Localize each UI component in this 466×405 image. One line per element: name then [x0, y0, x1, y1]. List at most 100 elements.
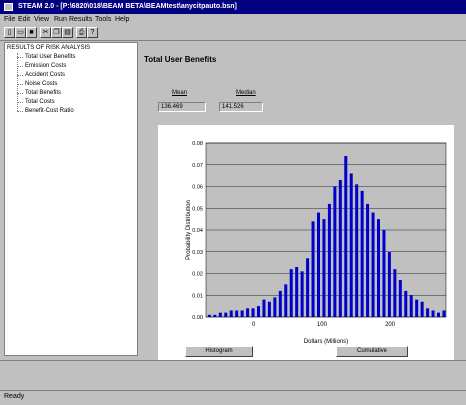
chart-panel: 0.00 0.01 0.02 0.03 0.04 0.05 0.06 0.07 0.08 0 10…: [158, 125, 454, 361]
page-title: Total User Benefits: [144, 55, 217, 64]
y-tick-label: 0.04: [192, 228, 203, 234]
histogram-bar: [377, 219, 380, 317]
histogram-bar: [267, 301, 271, 317]
histogram-bar: [349, 173, 353, 317]
median-value-field: 141.526: [219, 102, 263, 112]
results-tree: RESULTS OF RISK ANALYSIS Total User Bene…: [4, 42, 138, 356]
y-tick-label: 0.00: [192, 315, 203, 321]
divider: [0, 360, 466, 361]
y-tick-label: 0.01: [192, 293, 203, 299]
tree-connector: [17, 75, 23, 76]
histogram-bar: [246, 308, 250, 317]
tree-item-noise-costs[interactable]: Noise Costs: [25, 81, 57, 87]
tree-connector: [17, 84, 23, 85]
histogram-bar: [338, 179, 342, 317]
histogram-bar: [289, 269, 293, 317]
tree-item-emission-costs[interactable]: Emission Costs: [25, 63, 66, 69]
paste-icon[interactable]: ▤: [62, 27, 73, 38]
menu-results[interactable]: Results: [69, 15, 92, 24]
histogram-bar: [442, 310, 446, 317]
histogram-bar: [224, 312, 228, 317]
menu-help[interactable]: Help: [115, 15, 129, 24]
histogram-bar: [344, 156, 348, 317]
menu-bar: File Edit View Run Results Tools Help: [0, 14, 466, 25]
histogram-bar: [257, 306, 260, 317]
y-tick-label: 0.03: [192, 250, 203, 256]
histogram-bar: [273, 297, 277, 317]
menu-view[interactable]: View: [34, 15, 49, 24]
tree-item-accident-costs[interactable]: Accident Costs: [25, 72, 65, 78]
y-tick-label: 0.02: [192, 272, 203, 278]
y-tick-label: 0.08: [192, 141, 203, 147]
tree-connector: [17, 93, 23, 94]
median-label: Median: [236, 90, 256, 96]
histogram-bar: [207, 314, 211, 317]
histogram-bar: [278, 290, 282, 317]
copy-icon[interactable]: ❐: [51, 27, 62, 38]
histogram-bar: [235, 310, 239, 317]
histogram-bar: [420, 301, 424, 317]
title-bar: STEAM 2.0 - [P:\6820\018\BEAM BETA\BEAMt…: [0, 0, 466, 14]
save-icon[interactable]: ■: [26, 27, 37, 38]
menu-run[interactable]: Run: [54, 15, 67, 24]
x-tick-label: 100: [317, 322, 328, 328]
histogram-bar: [322, 219, 326, 317]
histogram-bar: [355, 184, 359, 317]
histogram-bar: [371, 212, 375, 317]
tree-item-benefit-cost-ratio[interactable]: Benefit-Cost Ratio: [25, 108, 74, 114]
menu-edit[interactable]: Edit: [18, 15, 30, 24]
app-icon[interactable]: [4, 3, 13, 11]
histogram-bar: [218, 312, 222, 317]
x-tick-label: 200: [385, 322, 396, 328]
x-tick-label: 0: [252, 322, 256, 328]
menu-file[interactable]: File: [4, 15, 15, 24]
tree-connector: [17, 66, 23, 67]
window-title: STEAM 2.0 - [P:\6820\018\BEAM BETA\BEAMt…: [18, 3, 237, 10]
new-file-icon[interactable]: ▯: [4, 27, 15, 38]
histogram-bar: [333, 186, 337, 317]
x-axis-label: Dollars (Millions): [304, 339, 348, 345]
tree-connector: [17, 57, 23, 58]
y-tick-label: 0.06: [192, 185, 203, 191]
toolbar: ▯ ▭ ■ ✂ ❐ ▤ ⎙ ?: [0, 25, 466, 41]
histogram-bar: [317, 212, 320, 317]
open-folder-icon[interactable]: ▭: [15, 27, 26, 38]
histogram-button[interactable]: Histogram: [185, 346, 253, 357]
histogram-bar: [284, 284, 288, 317]
mean-value-field: 136.469: [158, 102, 206, 112]
tree-connector: [17, 102, 23, 103]
histogram-bar: [360, 190, 364, 317]
histogram-bar: [306, 258, 310, 317]
histogram-bar: [431, 310, 435, 317]
help-icon[interactable]: ?: [87, 27, 98, 38]
histogram-bar: [251, 308, 255, 317]
histogram-bar: [300, 271, 304, 317]
histogram-bar: [387, 251, 391, 317]
histogram-bar: [426, 308, 430, 317]
histogram-bar: [327, 203, 331, 317]
menu-tools[interactable]: Tools: [95, 15, 111, 24]
tree-item-total-user-benefits[interactable]: Total User Benefits: [25, 54, 75, 60]
y-axis-label: Probability Distribution: [186, 200, 192, 260]
histogram-bar: [229, 310, 233, 317]
print-icon[interactable]: ⎙: [76, 27, 87, 38]
mean-label: Mean: [172, 90, 188, 96]
y-tick-label: 0.07: [192, 163, 203, 169]
tree-item-total-costs[interactable]: Total Costs: [25, 99, 55, 105]
histogram-bar: [262, 299, 266, 317]
y-tick-label: 0.05: [192, 206, 203, 212]
status-text: Ready: [4, 393, 25, 400]
cut-icon[interactable]: ✂: [40, 27, 51, 38]
histogram-bar: [398, 280, 402, 317]
status-bar: Ready: [0, 390, 466, 405]
histogram-chart: 0.00 0.01 0.02 0.03 0.04 0.05 0.06 0.07 0.08 0 10…: [186, 141, 447, 345]
histogram-bar: [366, 203, 370, 317]
tree-root[interactable]: RESULTS OF RISK ANALYSIS: [7, 45, 90, 51]
cumulative-button[interactable]: Cumulative: [336, 346, 408, 357]
tree-item-total-benefits[interactable]: Total Benefits: [25, 90, 61, 96]
histogram-bar: [415, 299, 419, 317]
histogram-bar: [240, 310, 244, 317]
histogram-bar: [404, 290, 408, 317]
histogram-bar: [311, 221, 315, 317]
histogram-bar: [409, 295, 413, 317]
